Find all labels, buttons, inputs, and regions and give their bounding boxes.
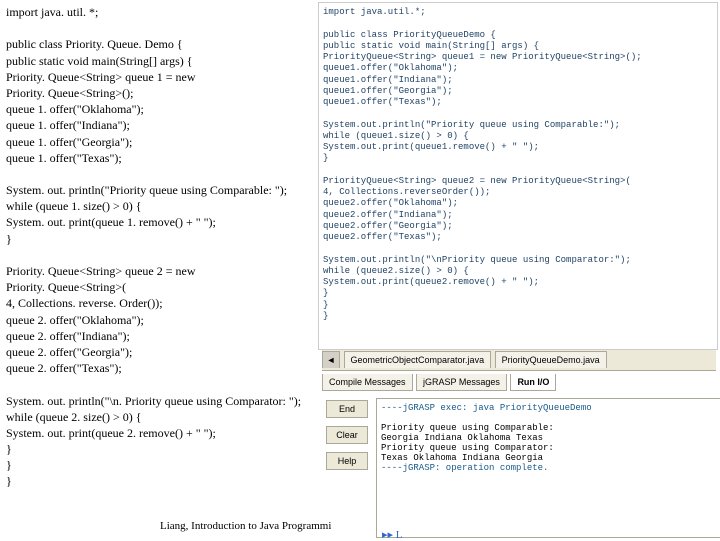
line: System.out.print(queue2.remove() + " ");: [323, 277, 713, 288]
line: queue2.offer("Oklahoma");: [323, 198, 713, 209]
line: queue 1. offer("Indiana");: [6, 117, 316, 133]
line: queue2.offer("Texas");: [323, 232, 713, 243]
tab-jgrasp-messages[interactable]: jGRASP Messages: [416, 374, 507, 391]
output-line: Priority queue using Comparator:: [381, 443, 719, 453]
line: queue 2. offer("Texas");: [6, 360, 316, 376]
line: }: [323, 300, 713, 311]
tab-compile-messages[interactable]: Compile Messages: [322, 374, 413, 391]
line: System. out. print(queue 1. remove() + "…: [6, 214, 316, 230]
tab-scroll-left-icon[interactable]: ◄: [322, 351, 340, 368]
line: public class PriorityQueueDemo {: [323, 30, 713, 41]
line: System. out. println("Priority queue usi…: [6, 182, 316, 198]
line: queue2.offer("Indiana");: [323, 210, 713, 221]
line: queue 1. offer("Oklahoma");: [6, 101, 316, 117]
tab-file-2[interactable]: PriorityQueueDemo.java: [495, 351, 607, 368]
line: Priority. Queue<String> queue 1 = new: [6, 69, 316, 85]
line: }: [6, 473, 316, 489]
line: import java.util.*;: [323, 7, 713, 18]
line: System. out. println("\n. Priority queue…: [6, 393, 316, 409]
done-line: ----jGRASP: operation complete.: [381, 463, 719, 473]
tab-run-io[interactable]: Run I/O: [510, 374, 556, 391]
tab-file-1[interactable]: GeometricObjectComparator.java: [344, 351, 492, 368]
line: queue 2. offer("Georgia");: [6, 344, 316, 360]
line: Priority. Queue<String> queue 2 = new: [6, 263, 316, 279]
line: public static void main(String[] args) {: [323, 41, 713, 52]
footer-citation: Liang, Introduction to Java Programmi: [160, 520, 331, 532]
help-button[interactable]: Help: [326, 452, 368, 470]
line: queue1.offer("Indiana");: [323, 75, 713, 86]
line: queue2.offer("Georgia");: [323, 221, 713, 232]
input-cursor-icon: ▸▸ L: [382, 528, 403, 541]
line: queue 2. offer("Indiana");: [6, 328, 316, 344]
line: import java. util. *;: [6, 4, 316, 20]
line: queue1.offer("Oklahoma");: [323, 63, 713, 74]
line: queue 1. offer("Georgia");: [6, 134, 316, 150]
line: while (queue 1. size() > 0) {: [6, 198, 316, 214]
line: queue 2. offer("Oklahoma");: [6, 312, 316, 328]
line: Priority. Queue<String>(: [6, 279, 316, 295]
output-line: Georgia Indiana Oklahoma Texas: [381, 433, 719, 443]
line: System.out.print(queue1.remove() + " ");: [323, 142, 713, 153]
line: 4, Collections. reverse. Order());: [6, 295, 316, 311]
exec-line: ----jGRASP exec: java PriorityQueueDemo: [381, 403, 719, 413]
line: }: [323, 311, 713, 322]
file-tabbar: ◄ GeometricObjectComparator.java Priorit…: [322, 350, 716, 371]
output-line: Priority queue using Comparable:: [381, 423, 719, 433]
line: public class Priority. Queue. Demo {: [6, 36, 316, 52]
output-line: Texas Oklahoma Indiana Georgia: [381, 453, 719, 463]
line: 4, Collections.reverseOrder());: [323, 187, 713, 198]
line: PriorityQueue<String> queue1 = new Prior…: [323, 52, 713, 63]
line: while (queue2.size() > 0) {: [323, 266, 713, 277]
line: while (queue 2. size() > 0) {: [6, 409, 316, 425]
line: }: [6, 457, 316, 473]
console-buttons: End Clear Help: [326, 400, 370, 478]
line: }: [323, 288, 713, 299]
line: }: [6, 441, 316, 457]
line: public static void main(String[] args) {: [6, 53, 316, 69]
line: Priority. Queue<String>();: [6, 85, 316, 101]
clear-button[interactable]: Clear: [326, 426, 368, 444]
source-code-left: import java. util. *; public class Prior…: [6, 4, 316, 490]
line: }: [6, 231, 316, 247]
end-button[interactable]: End: [326, 400, 368, 418]
line: PriorityQueue<String> queue2 = new Prior…: [323, 176, 713, 187]
line: queue1.offer("Georgia");: [323, 86, 713, 97]
line: queue1.offer("Texas");: [323, 97, 713, 108]
line: System.out.println("Priority queue using…: [323, 120, 713, 131]
line: System. out. print(queue 2. remove() + "…: [6, 425, 316, 441]
message-tabbar: Compile Messages jGRASP Messages Run I/O: [322, 373, 716, 394]
line: }: [323, 153, 713, 164]
line: queue 1. offer("Texas");: [6, 150, 316, 166]
run-output-console[interactable]: ----jGRASP exec: java PriorityQueueDemo …: [376, 398, 720, 538]
line: while (queue1.size() > 0) {: [323, 131, 713, 142]
line: System.out.println("\nPriority queue usi…: [323, 255, 713, 266]
